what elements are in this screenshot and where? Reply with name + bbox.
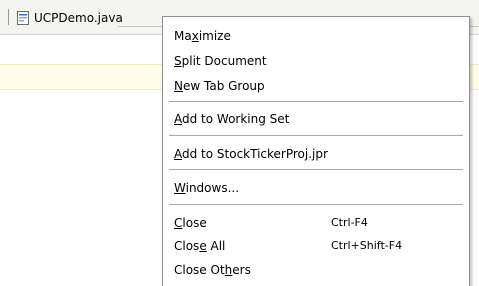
menu-separator <box>169 101 463 102</box>
shortcut-close-all: Ctrl+Shift-F4 <box>331 239 403 252</box>
menu-item-close-others[interactable]: Close Others <box>174 261 251 279</box>
menu-separator <box>169 204 463 205</box>
menu-item-close[interactable]: Close <box>174 214 207 232</box>
menu-item-add-to-working-set[interactable]: Add to Working Set <box>174 110 289 128</box>
tab-context-menu: Maximize Split Document New Tab Group Ad… <box>162 16 470 286</box>
menu-item-new-tab-group[interactable]: New Tab Group <box>174 77 265 95</box>
menu-item-maximize[interactable]: Maximize <box>174 27 231 45</box>
menu-separator <box>169 169 463 170</box>
menu-item-add-to-project[interactable]: Add to StockTickerProj.jpr <box>174 145 328 163</box>
menu-item-windows[interactable]: Windows... <box>174 179 239 197</box>
menu-separator <box>169 135 463 136</box>
menu-item-close-all[interactable]: Close All <box>174 237 225 255</box>
tab-ucpdemo-java[interactable]: UCPDemo.java <box>16 9 123 27</box>
shortcut-close: Ctrl-F4 <box>331 216 368 229</box>
java-file-icon <box>16 11 30 25</box>
tab-divider <box>8 9 9 25</box>
tab-label: UCPDemo.java <box>34 11 123 25</box>
menu-item-split-document[interactable]: Split Document <box>174 52 267 70</box>
